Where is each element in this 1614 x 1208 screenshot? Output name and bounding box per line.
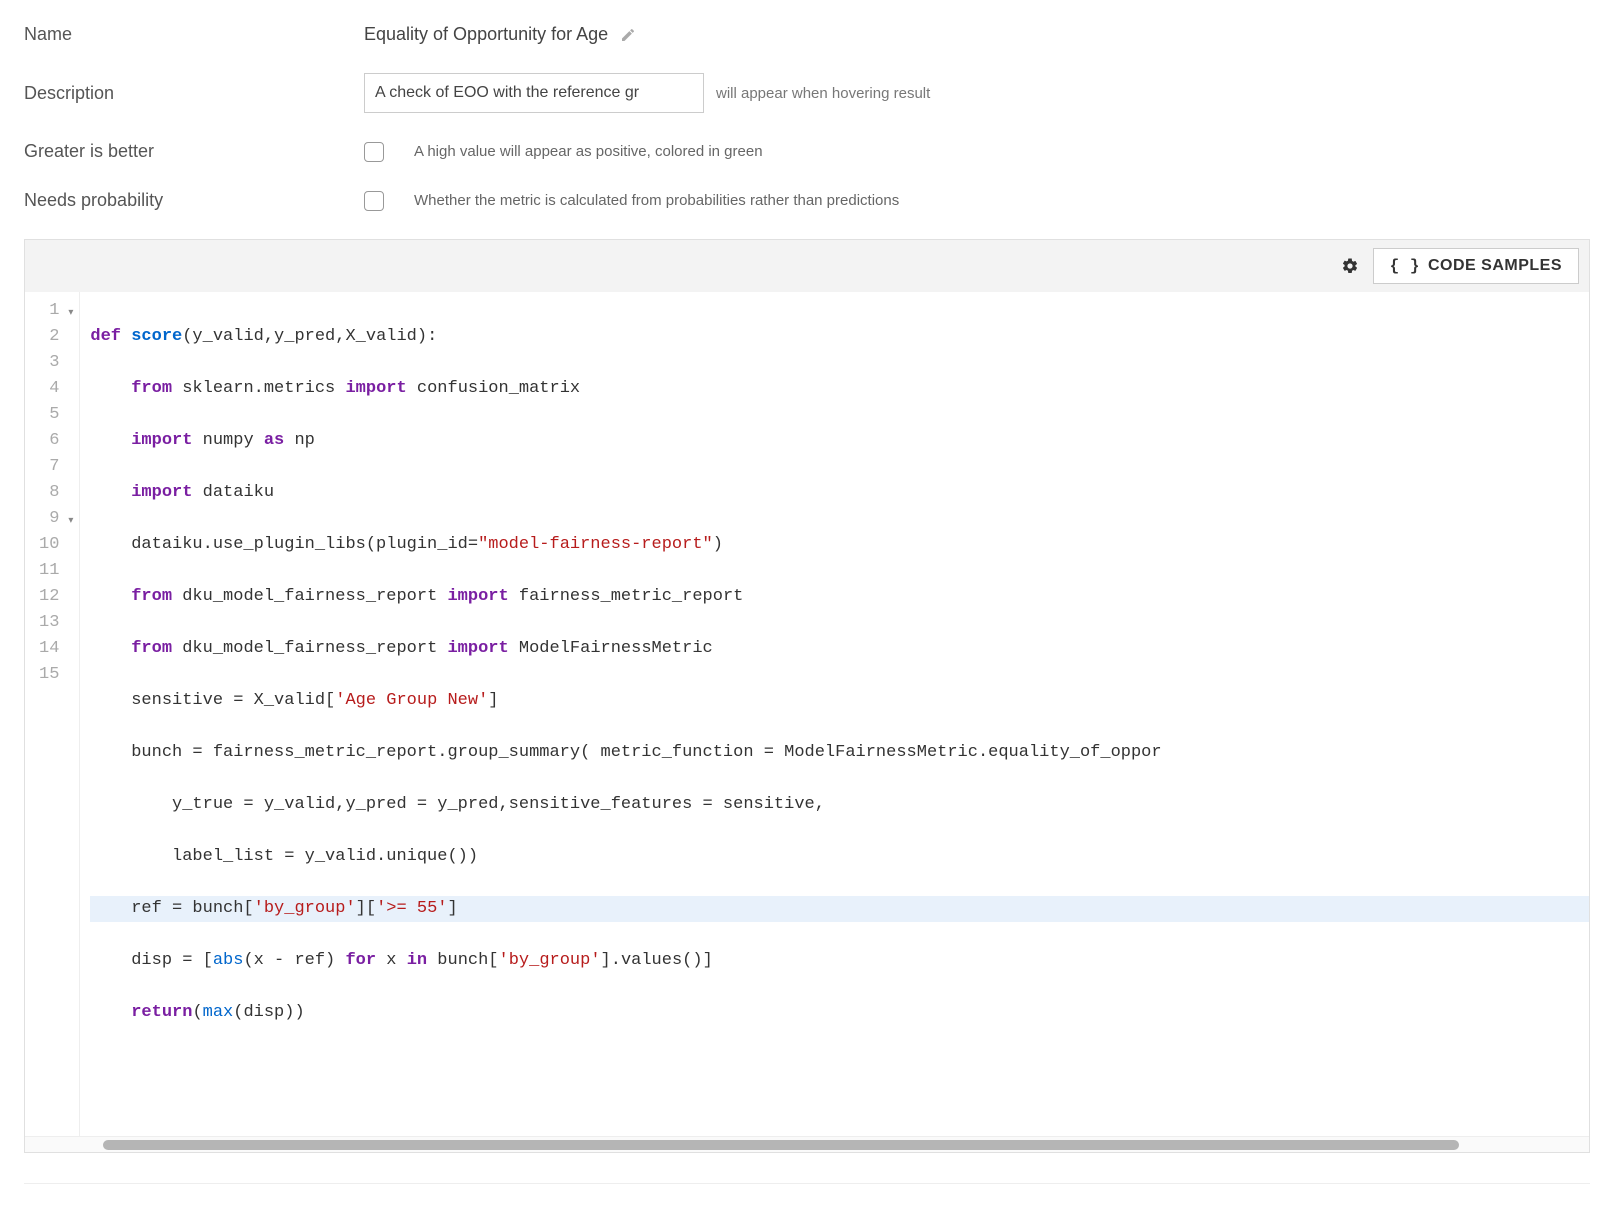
name-label: Name bbox=[24, 24, 364, 45]
braces-icon: { } bbox=[1390, 257, 1420, 275]
description-hint: will appear when hovering result bbox=[716, 85, 930, 102]
scrollbar-thumb[interactable] bbox=[103, 1140, 1459, 1150]
description-input[interactable] bbox=[364, 73, 704, 113]
code-samples-button[interactable]: { } CODE SAMPLES bbox=[1373, 248, 1579, 284]
divider bbox=[24, 1183, 1590, 1184]
editor-toolbar: { } CODE SAMPLES bbox=[25, 240, 1589, 292]
description-label: Description bbox=[24, 83, 364, 104]
greater-is-better-hint: A high value will appear as positive, co… bbox=[414, 143, 763, 160]
needs-probability-checkbox[interactable] bbox=[364, 191, 384, 211]
code-samples-label: CODE SAMPLES bbox=[1428, 257, 1562, 275]
greater-is-better-checkbox[interactable] bbox=[364, 142, 384, 162]
code-editor[interactable]: 123456789101112131415 def score(y_valid,… bbox=[25, 292, 1589, 1136]
code-body[interactable]: def score(y_valid,y_pred,X_valid): from … bbox=[80, 292, 1589, 1136]
greater-is-better-label: Greater is better bbox=[24, 141, 364, 162]
horizontal-scrollbar[interactable] bbox=[25, 1136, 1589, 1152]
needs-probability-label: Needs probability bbox=[24, 190, 364, 211]
needs-probability-hint: Whether the metric is calculated from pr… bbox=[414, 192, 899, 209]
gear-icon[interactable] bbox=[1341, 257, 1359, 275]
edit-icon[interactable] bbox=[620, 27, 636, 43]
name-value: Equality of Opportunity for Age bbox=[364, 24, 608, 45]
gutter: 123456789101112131415 bbox=[25, 292, 80, 1136]
code-editor-panel: { } CODE SAMPLES 123456789101112131415 d… bbox=[24, 239, 1590, 1153]
